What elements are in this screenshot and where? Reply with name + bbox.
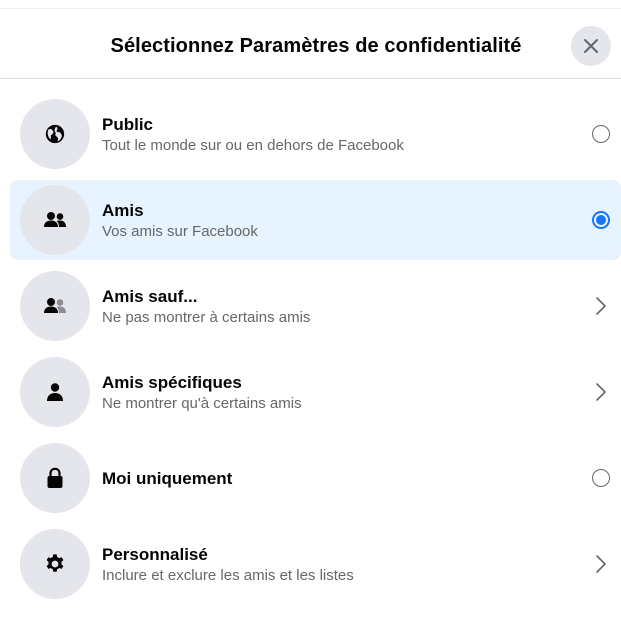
option-only-me[interactable]: Moi uniquement [10,438,621,518]
option-title: Personnalisé [102,544,208,564]
option-public[interactable]: Public Tout le monde sur ou en dehors de… [10,94,621,174]
privacy-dialog: Sélectionnez Paramètres de confidentiali… [0,0,621,622]
friends-icon [44,212,66,227]
option-custom[interactable]: Personnalisé Inclure et exclure les amis… [10,524,621,604]
radio-only-me[interactable] [592,469,610,487]
option-title: Amis [102,200,144,220]
option-public-icon-wrap [20,99,90,169]
option-subtitle: Inclure et exclure les amis et les liste… [102,566,354,584]
option-subtitle: Tout le monde sur ou en dehors de Facebo… [102,136,404,154]
option-subtitle: Ne pas montrer à certains amis [102,308,311,326]
chevron-right-icon[interactable] [594,381,608,403]
option-title: Amis spécifiques [102,372,242,392]
close-icon [584,39,598,53]
option-specific-friends[interactable]: Amis spécifiques Ne montrer qu'à certain… [10,352,621,432]
lock-icon [47,467,63,488]
chevron-right-icon[interactable] [594,553,608,575]
close-button[interactable] [571,26,611,66]
chevron-right-icon[interactable] [594,295,608,317]
radio-selected-dot [596,215,606,225]
option-friends[interactable]: Amis Vos amis sur Facebook [10,180,621,260]
option-subtitle: Ne montrer qu'à certains amis [102,394,302,412]
dialog-title: Sélectionnez Paramètres de confidentiali… [110,35,522,57]
option-title: Amis sauf... [102,286,198,306]
radio-public[interactable] [592,125,610,143]
option-friends-except[interactable]: Amis sauf... Ne pas montrer à certains a… [10,266,621,346]
gear-icon [46,554,64,572]
globe-icon [45,124,65,144]
option-title: Moi uniquement [102,468,233,488]
dialog-header: Sélectionnez Paramètres de confidentiali… [0,9,621,79]
person-icon [47,383,63,401]
option-subtitle: Vos amis sur Facebook [102,222,258,240]
friends-except-icon [44,298,66,313]
radio-friends[interactable] [592,211,610,229]
option-title: Public [102,114,154,134]
